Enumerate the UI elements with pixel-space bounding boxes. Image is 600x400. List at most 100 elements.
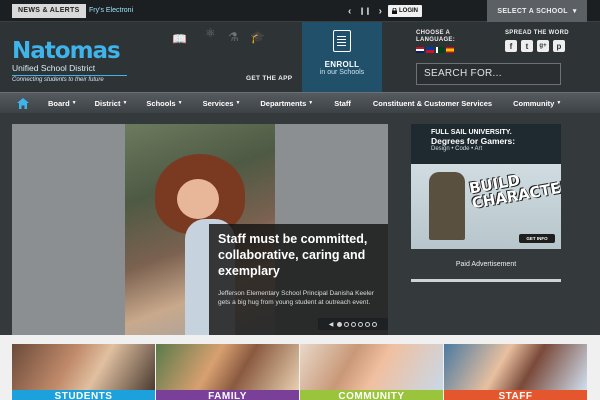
district-logo[interactable]: Natomas Unified School District Connecti… [12, 40, 132, 88]
chevron-down-icon: ▾ [572, 8, 577, 15]
nav-label: Board [48, 98, 70, 108]
slider-dot[interactable] [351, 321, 357, 327]
flag-es-icon[interactable] [446, 47, 454, 53]
flag-uk-icon[interactable] [416, 47, 424, 53]
tile-image [444, 344, 587, 390]
ad-title: Degrees for Gamers: [431, 136, 516, 146]
tile-label: FAMILY [156, 390, 299, 400]
advertisement[interactable]: FULL SAIL UNIVERSITY. Degrees for Gamers… [411, 124, 561, 249]
ad-build-text: BUILD CHARACTER [467, 170, 561, 213]
enroll-subtitle: in our Schools [319, 69, 365, 76]
nav-label: Staff [334, 98, 351, 108]
logo-subtitle: Unified School District [12, 63, 96, 73]
nav-community[interactable]: Community ▼ [513, 99, 561, 108]
slide-title: Staff must be committed, collaborative, … [218, 232, 368, 278]
chalk-flask-icon: ⚗ [228, 30, 239, 44]
tile-label: STAFF [444, 390, 587, 400]
social-links: f t g+ p [505, 40, 585, 52]
slider-dot[interactable] [372, 321, 378, 327]
tile-community[interactable]: COMMUNITY [300, 344, 443, 400]
slider-dot[interactable] [358, 321, 364, 327]
main-nav: Board ▼ District ▼ Schools ▼ Services ▼ Depa… [0, 92, 600, 113]
ad-school: FULL SAIL UNIVERSITY. [431, 129, 512, 136]
prev-arrow-icon[interactable]: ‹ [348, 6, 351, 17]
lock-icon [392, 8, 397, 14]
spread-title: SPREAD THE WORD [505, 30, 569, 36]
caret-down-icon: ▼ [308, 100, 314, 106]
news-alerts-label[interactable]: NEWS & ALERTS [12, 4, 86, 18]
caret-down-icon: ▼ [177, 100, 183, 106]
slide-text: Jefferson Elementary School Principal Da… [218, 290, 374, 306]
flag-ph-icon[interactable] [426, 47, 434, 53]
nav-district[interactable]: District ▼ [95, 99, 128, 108]
caret-down-icon: ▼ [71, 100, 77, 106]
flag-pk-icon[interactable] [436, 47, 444, 53]
chalk-grad-cap-icon: 🎓 [250, 30, 265, 44]
next-arrow-icon[interactable]: › [379, 6, 382, 17]
login-button[interactable]: LOGIN [388, 5, 422, 17]
nav-label: Services [202, 98, 234, 108]
select-school-label: SELECT A SCHOOL [497, 7, 568, 15]
login-label: LOGIN [399, 8, 418, 14]
slider-dot[interactable] [344, 321, 350, 327]
nav-schools[interactable]: Schools ▼ [146, 99, 182, 108]
tile-label: COMMUNITY [300, 390, 443, 400]
tile-family[interactable]: FAMILY [156, 344, 299, 400]
slider-pagination: ◀ [318, 318, 388, 330]
social-block: SPREAD THE WORD f t g+ p [505, 30, 585, 52]
slider-dot[interactable] [365, 321, 371, 327]
caret-down-icon: ▼ [122, 100, 128, 106]
enroll-button[interactable]: ENROLL in our Schools [302, 22, 382, 92]
hero-slider[interactable]: Staff must be committed, collaborative, … [12, 124, 388, 337]
facebook-icon[interactable]: f [505, 40, 517, 52]
search-input[interactable]: SEARCH FOR... [416, 63, 561, 85]
tile-image [300, 344, 443, 390]
nav-label: Schools [146, 98, 176, 108]
nav-board[interactable]: Board ▼ [48, 99, 77, 108]
tile-label: STUDENTS [12, 390, 155, 400]
ad-get-info-button[interactable]: GET INFO [519, 234, 555, 243]
tile-staff[interactable]: STAFF [444, 344, 587, 400]
pause-icon[interactable]: ❙❙ [359, 7, 371, 15]
tile-students[interactable]: STUDENTS [12, 344, 155, 400]
nav-label: Community [513, 98, 555, 108]
news-ticker[interactable]: Fry's Electroni [89, 4, 133, 18]
ad-divider [411, 279, 561, 282]
caret-down-icon: ▼ [235, 100, 241, 106]
nav-label: District [94, 98, 121, 108]
prev-slide-icon[interactable]: ◀ [329, 321, 334, 328]
select-school-dropdown[interactable]: SELECT A SCHOOL ▾ [487, 0, 587, 22]
language-flags [416, 47, 486, 53]
nav-label: Departments [260, 98, 307, 108]
chalk-atom-icon: ⚛ [205, 26, 216, 40]
nav-label: Constituent & Customer Services [372, 98, 493, 108]
enroll-title: ENROLL [324, 60, 360, 69]
ticker-controls: ‹ ❙❙ › [348, 4, 382, 18]
logo-tagline: Connecting students to their future [12, 75, 127, 83]
caret-down-icon: ▼ [556, 100, 562, 106]
photo-face [177, 179, 219, 219]
logo-name: Natomas [12, 38, 121, 64]
slider-dot[interactable] [337, 321, 343, 327]
chalk-book-icon: 📖 [172, 32, 187, 46]
paid-ad-label: Paid Advertisement [455, 261, 517, 268]
language-selector: CHOOSE A LANGUAGE: [416, 30, 486, 53]
document-icon [333, 30, 351, 52]
pinterest-icon[interactable]: p [553, 40, 565, 52]
ad-subtitle: Design • Code • Art [431, 146, 483, 152]
nav-staff[interactable]: Staff [334, 99, 351, 108]
tile-image [156, 344, 299, 390]
home-icon[interactable] [16, 97, 30, 109]
tile-image [12, 344, 155, 390]
language-title: CHOOSE A LANGUAGE: [416, 30, 456, 43]
google-plus-icon[interactable]: g+ [537, 40, 549, 52]
top-bar: NEWS & ALERTS Fry's Electroni ‹ ❙❙ › LOG… [0, 0, 600, 22]
ad-character-image [429, 172, 465, 240]
main-content: Staff must be committed, collaborative, … [0, 113, 600, 337]
twitter-icon[interactable]: t [521, 40, 533, 52]
get-the-app-link[interactable]: GET THE APP [246, 75, 292, 82]
nav-services[interactable]: Services ▼ [203, 99, 241, 108]
nav-constituent-services[interactable]: Constituent & Customer Services [373, 99, 492, 108]
nav-departments[interactable]: Departments ▼ [260, 99, 313, 108]
ad-header: FULL SAIL UNIVERSITY. Degrees for Gamers… [411, 124, 561, 164]
